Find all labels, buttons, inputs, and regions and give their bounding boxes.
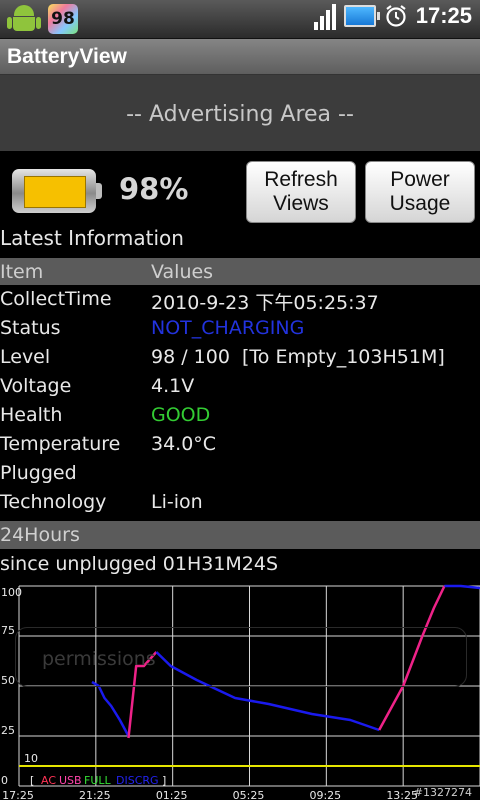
battery-level-icon xyxy=(12,169,102,213)
advertising-area[interactable]: -- Advertising Area -- xyxy=(0,75,480,151)
x-tick-label: 21:25 xyxy=(79,789,111,800)
legend-entry: USB xyxy=(59,774,82,787)
hours-band: 24Hours xyxy=(0,521,480,549)
y-tick-label: 75 xyxy=(1,624,15,637)
row-value: 98 / 100 [To Empty_103H51M] xyxy=(151,346,445,368)
status-clock: 17:25 xyxy=(415,3,472,28)
row-key: Level xyxy=(0,346,51,368)
series-line xyxy=(444,584,480,590)
table-row: CollectTime 2010-9-23 下午05:25:37 xyxy=(0,287,480,316)
table-header: Item Values xyxy=(0,258,480,285)
y-tick-label: 25 xyxy=(1,724,15,737)
row-value: 34.0°C xyxy=(151,433,217,455)
legend-entry: ] xyxy=(162,774,166,787)
y-tick-label: 50 xyxy=(1,674,15,687)
row-key: Plugged xyxy=(0,462,77,484)
battery-percent: 98% xyxy=(119,172,189,206)
app-title: BatteryView xyxy=(7,45,127,68)
row-value: GOOD xyxy=(151,404,211,426)
table-row: Status NOT_CHARGING xyxy=(0,316,480,345)
status-bar: 98 17:25 xyxy=(0,0,480,39)
signal-icon xyxy=(313,2,336,30)
refresh-views-button[interactable]: Refresh Views xyxy=(246,161,356,223)
latest-information-label: Latest Information xyxy=(0,226,184,250)
power-usage-button[interactable]: Power Usage xyxy=(365,161,475,223)
table-row: Voltage 4.1V xyxy=(0,374,480,403)
legend-entry: FULL xyxy=(84,774,112,787)
table-row: Plugged xyxy=(0,461,480,490)
legend-entry: [ xyxy=(30,774,34,787)
x-tick-label: 17:25 xyxy=(2,789,34,800)
series-line xyxy=(91,680,130,737)
legend-entry: DISCRG xyxy=(116,774,159,787)
notification-badge: 98 xyxy=(48,4,78,34)
faint-toast-text: permissions xyxy=(42,648,156,670)
battery-history-chart: 025507510017:25 21:25 01:25 05:25 09:25 13:25… xyxy=(1,584,480,800)
row-key: Voltage xyxy=(0,375,72,397)
legend-entry: AC xyxy=(41,774,56,787)
row-value: 2010-9-23 下午05:25:37 xyxy=(151,292,379,314)
row-value: Li-ion xyxy=(151,491,203,513)
y-tick-label: 100 xyxy=(1,586,22,599)
table-row: Technology Li-ion xyxy=(0,490,480,519)
threshold-label: 10 xyxy=(24,752,38,765)
x-tick-label: 09:25 xyxy=(309,789,341,800)
y-tick-label: 0 xyxy=(1,774,8,787)
advertising-label: -- Advertising Area -- xyxy=(126,102,354,127)
android-icon xyxy=(7,3,41,35)
row-value: NOT_CHARGING xyxy=(151,317,305,339)
alarm-icon xyxy=(386,5,406,27)
row-value: 4.1V xyxy=(151,375,195,397)
x-tick-label: 01:25 xyxy=(156,789,188,800)
header-item: Item xyxy=(0,261,44,283)
table-row: Health GOOD xyxy=(0,403,480,432)
row-key: Health xyxy=(0,404,63,426)
x-tick-label: 05:25 xyxy=(233,789,265,800)
hours-label: 24Hours xyxy=(0,524,80,546)
table-row: Level 98 / 100 [To Empty_103H51M] xyxy=(0,345,480,374)
row-key: Technology xyxy=(0,491,107,513)
row-key: CollectTime xyxy=(0,288,112,310)
row-key: Status xyxy=(0,317,61,339)
chart-watermark: #1327274 xyxy=(414,786,472,799)
row-key: Temperature xyxy=(0,433,121,455)
battery-icon xyxy=(343,5,380,27)
table-row: Temperature 34.0°C xyxy=(0,432,480,461)
header-values: Values xyxy=(151,261,214,283)
app-title-bar: BatteryView xyxy=(0,39,480,75)
since-unplugged-label: since unplugged 01H31M24S xyxy=(0,553,279,575)
